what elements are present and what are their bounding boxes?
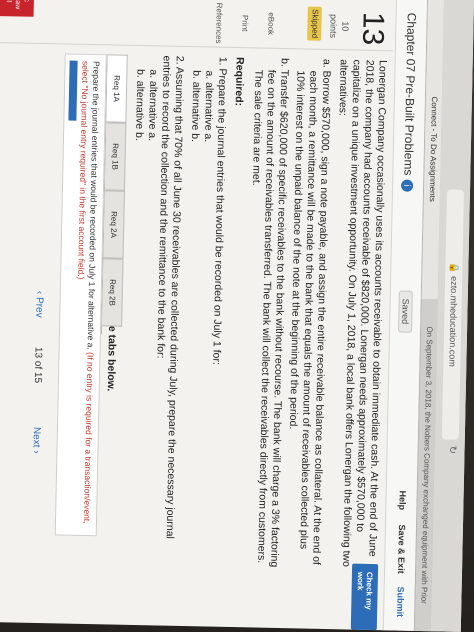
skipped-badge: Skipped	[307, 6, 322, 41]
problem-text: Lonergan Company occasionally uses its a…	[90, 54, 389, 570]
question-number: 13	[356, 11, 390, 46]
alternative-a: a. Borrow $570,000, sign a note payable,…	[286, 58, 333, 566]
save-exit-link[interactable]: Save & Exit	[396, 525, 407, 574]
laptop-screen: 🔒 ezto.mheducation.com ↻ Connect - To Do…	[0, 0, 474, 632]
next-button[interactable]: Next ›	[30, 427, 42, 454]
photo-frame: 🔒 ezto.mheducation.com ↻ Connect - To Do…	[0, 0, 474, 632]
tab-instructions: Prepare the journal entries that would b…	[76, 60, 102, 524]
assignment-title: Chapter 07 Pre-Built Problemsi	[400, 13, 419, 192]
prev-button[interactable]: ‹ Prev	[33, 291, 45, 318]
points-display: 10 points	[327, 7, 352, 45]
submit-link[interactable]: Submit	[395, 586, 406, 617]
ebook-link[interactable]: eBook	[266, 4, 276, 44]
references-link[interactable]: References	[214, 3, 224, 44]
problem-intro: Lonergan Company occasionally uses its a…	[336, 59, 389, 568]
view-transaction-list-button[interactable]	[68, 60, 78, 121]
print-link[interactable]: Print	[240, 3, 250, 43]
alternative-b: b. Transfer $620,000 of specific receiva…	[250, 57, 291, 568]
reload-icon[interactable]: ↻	[446, 446, 457, 455]
lock-icon: 🔒	[449, 262, 460, 274]
mcgraw-hill-logo: McGrawHill	[0, 0, 35, 17]
points-value: 10	[340, 21, 351, 32]
question-pager: ‹ Prev 13 of 15 Next ›	[24, 291, 48, 491]
help-link[interactable]: Help	[397, 491, 407, 511]
tab-req-1a[interactable]: Req 1A	[106, 54, 128, 123]
points-label: points	[328, 13, 339, 39]
info-icon[interactable]: i	[400, 179, 414, 192]
address-bar[interactable]: 🔒 ezto.mheducation.com	[441, 189, 465, 440]
tab-req-2b[interactable]: Req 2B	[102, 258, 124, 327]
tab-req-2a[interactable]: Req 2A	[103, 190, 125, 259]
check-my-work-button[interactable]: Check my work	[350, 563, 379, 631]
saved-status: Saved	[398, 290, 413, 333]
url-text: ezto.mheducation.com	[447, 276, 460, 367]
page-indicator[interactable]: 13 of 15	[32, 347, 44, 383]
tab-req-1b[interactable]: Req 1B	[104, 122, 127, 191]
